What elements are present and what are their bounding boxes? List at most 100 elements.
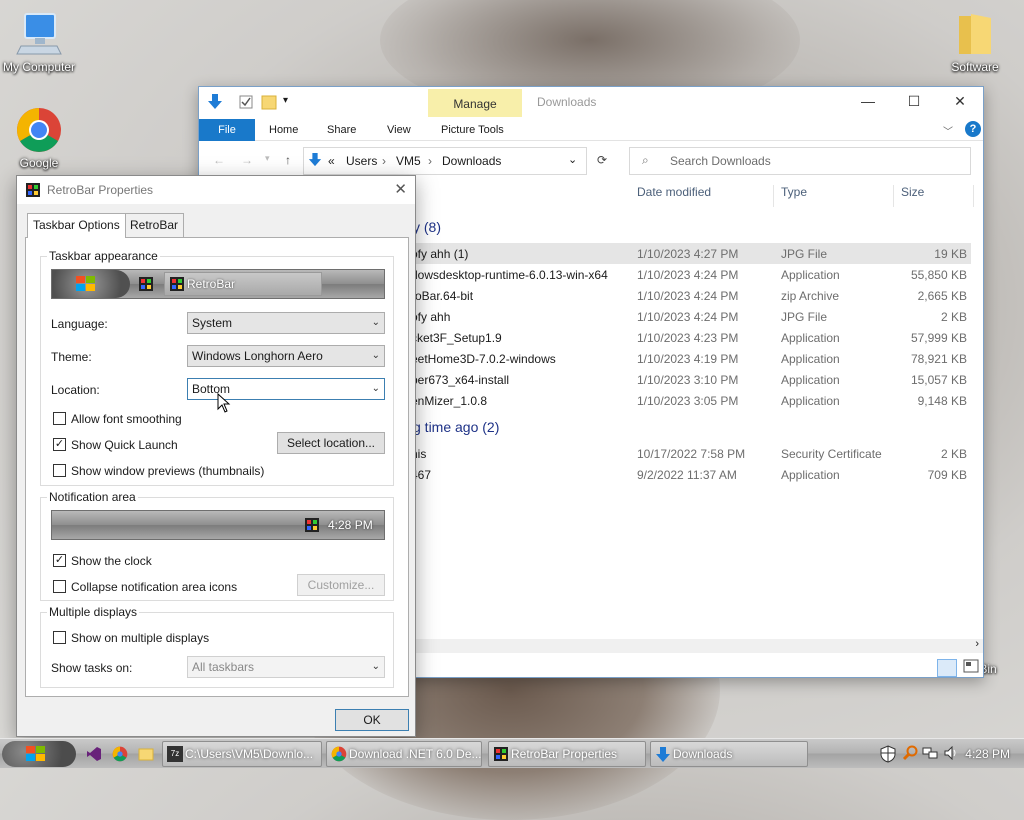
security-shield-icon[interactable] xyxy=(880,745,896,766)
file-row[interactable]: ofy ahh 1/10/2023 4:24 PM JPG File 2 KB xyxy=(411,306,971,327)
font-smoothing-label[interactable]: Allow font smoothing xyxy=(71,412,182,426)
close-icon[interactable]: ✕ xyxy=(394,180,407,198)
volume-icon[interactable] xyxy=(944,745,960,763)
file-row[interactable]: dowsdesktop-runtime-6.0.13-win-x64 1/10/… xyxy=(411,264,971,285)
chevron-down-icon[interactable]: ⌄ xyxy=(568,153,577,166)
file-date: 1/10/2023 4:24 PM xyxy=(637,310,739,324)
tab-taskbar-options[interactable]: Taskbar Options xyxy=(27,213,126,238)
tab-home[interactable]: Home xyxy=(259,119,308,141)
explorer-titlebar[interactable]: ▾ Manage Downloads — ☐ ✕ xyxy=(199,87,983,119)
file-type: Application xyxy=(781,352,840,366)
forward-icon[interactable]: → xyxy=(241,153,253,167)
tab-manage[interactable]: Manage xyxy=(428,89,522,117)
file-size: 2 KB xyxy=(940,310,967,324)
desktop-icon-my-computer[interactable]: My Computer xyxy=(1,10,77,74)
show-clock-label[interactable]: Show the clock xyxy=(71,554,152,568)
help-icon[interactable]: ? xyxy=(965,121,981,137)
task-button-chrome[interactable]: Download .NET 6.0 De... xyxy=(326,741,482,767)
theme-label: Theme: xyxy=(51,350,92,364)
file-row[interactable]: enMizer_1.0.8 1/10/2023 3:05 PM Applicat… xyxy=(411,390,971,411)
start-button[interactable] xyxy=(2,741,76,767)
scroll-right-icon[interactable]: › xyxy=(975,638,979,650)
address-bar[interactable]: « Users › VM5 › Downloads ⌄ xyxy=(303,147,587,175)
recent-icon[interactable]: ▾ xyxy=(265,153,270,164)
tab-view[interactable]: View xyxy=(377,119,421,141)
show-clock-checkbox[interactable]: ✓ xyxy=(53,554,66,567)
language-label: Language: xyxy=(51,317,108,331)
properties-icon[interactable] xyxy=(239,95,253,112)
breadcrumb-vm5[interactable]: VM5 xyxy=(396,154,421,168)
group-header[interactable]: y (8) xyxy=(413,219,441,235)
visual-studio-icon[interactable] xyxy=(86,746,102,765)
quick-launch-label[interactable]: Show Quick Launch xyxy=(71,438,178,452)
task-button-retrobar[interactable]: RetroBar Properties xyxy=(488,741,646,767)
tab-picture-tools[interactable]: Picture Tools xyxy=(431,119,514,141)
select-location-button[interactable]: Select location... xyxy=(277,432,385,454)
maximize-icon[interactable]: ☐ xyxy=(899,93,929,110)
group-notification-area: Notification area 4:28 PM ✓ Show the clo… xyxy=(40,490,394,601)
quick-launch-checkbox[interactable]: ✓ xyxy=(53,438,66,451)
chrome-icon[interactable] xyxy=(112,746,128,765)
chrome-icon xyxy=(331,746,347,766)
breadcrumb-overflow[interactable]: « xyxy=(328,154,335,168)
back-icon[interactable]: ← xyxy=(213,153,225,167)
file-size: 55,850 KB xyxy=(910,268,967,282)
search-tray-icon[interactable] xyxy=(902,745,918,764)
desktop-icon-label: Software xyxy=(951,60,999,74)
task-button-7zip[interactable]: 7z C:\Users\VM5\Downlo... xyxy=(162,741,322,767)
taskbar-clock[interactable]: 4:28 PM xyxy=(965,747,1010,761)
large-icons-view-icon[interactable] xyxy=(963,659,981,677)
collapse-icons-checkbox[interactable] xyxy=(53,580,66,593)
dialog-titlebar[interactable]: RetroBar Properties ✕ xyxy=(17,176,415,204)
font-smoothing-checkbox[interactable] xyxy=(53,412,66,425)
file-row[interactable]: cket3F_Setup1.9 1/10/2023 4:23 PM Applic… xyxy=(411,327,971,348)
ok-button[interactable]: OK xyxy=(335,709,409,731)
file-explorer-icon[interactable] xyxy=(138,746,154,765)
start-button-preview xyxy=(52,270,130,298)
task-button-downloads[interactable]: Downloads xyxy=(650,741,808,767)
column-separator[interactable] xyxy=(773,185,774,207)
desktop-icon-software[interactable]: Software xyxy=(937,10,1013,74)
collapse-icons-label[interactable]: Collapse notification area icons xyxy=(71,580,237,594)
expand-ribbon-icon[interactable]: ﹀ xyxy=(943,123,953,138)
refresh-icon[interactable]: ⟳ xyxy=(597,153,607,167)
language-value: System xyxy=(192,316,233,330)
tab-file[interactable]: File xyxy=(199,119,255,141)
file-row[interactable]: roBar.64-bit 1/10/2023 4:24 PM zip Archi… xyxy=(411,285,971,306)
desktop-icon-google[interactable]: Google xyxy=(1,106,77,170)
file-row[interactable]: ber673_x64-install 1/10/2023 3:10 PM App… xyxy=(411,369,971,390)
network-icon[interactable] xyxy=(922,745,938,764)
show-tasks-select[interactable]: All taskbars ⌄ xyxy=(187,656,385,678)
window-previews-label[interactable]: Show window previews (thumbnails) xyxy=(71,464,264,478)
up-icon[interactable]: ↑ xyxy=(285,153,291,167)
column-size[interactable]: Size xyxy=(901,185,924,207)
retrobar-properties-dialog[interactable]: RetroBar Properties ✕ Taskbar Options Re… xyxy=(16,175,416,737)
column-separator[interactable] xyxy=(893,185,894,207)
minimize-icon[interactable]: — xyxy=(853,93,883,109)
horizontal-scrollbar[interactable]: › xyxy=(411,638,983,653)
customize-button[interactable]: Customize... xyxy=(297,574,385,596)
language-select[interactable]: System ⌄ xyxy=(187,312,385,334)
file-row[interactable]: eetHome3D-7.0.2-windows 1/10/2023 4:19 P… xyxy=(411,348,971,369)
window-previews-checkbox[interactable] xyxy=(53,464,66,477)
column-separator[interactable] xyxy=(973,185,974,207)
search-input[interactable]: ⌕ Search Downloads xyxy=(629,147,971,175)
column-type[interactable]: Type xyxy=(781,185,807,207)
breadcrumb-users[interactable]: Users xyxy=(346,154,377,168)
multi-display-label[interactable]: Show on multiple displays xyxy=(71,631,209,645)
file-row[interactable]: ofy ahh (1) 1/10/2023 4:27 PM JPG File 1… xyxy=(411,243,971,264)
details-view-icon[interactable] xyxy=(937,659,957,677)
tab-retrobar[interactable]: RetroBar xyxy=(124,213,185,237)
customize-qat-icon[interactable]: ▾ xyxy=(283,95,288,106)
file-row[interactable]: nis 10/17/2022 7:58 PM Security Certific… xyxy=(411,443,971,464)
ribbon-tabs: File Home Share View Picture Tools ﹀ ? xyxy=(199,119,983,141)
close-icon[interactable]: ✕ xyxy=(945,93,975,110)
group-header[interactable]: g time ago (2) xyxy=(413,419,499,435)
multi-display-checkbox[interactable] xyxy=(53,631,66,644)
column-date-modified[interactable]: Date modified xyxy=(637,185,711,207)
breadcrumb-downloads[interactable]: Downloads xyxy=(442,154,501,168)
new-folder-icon[interactable] xyxy=(261,94,277,113)
theme-select[interactable]: Windows Longhorn Aero ⌄ xyxy=(187,345,385,367)
file-row[interactable]: 467 9/2/2022 11:37 AM Application 709 KB xyxy=(411,464,971,485)
tab-share[interactable]: Share xyxy=(317,119,366,141)
